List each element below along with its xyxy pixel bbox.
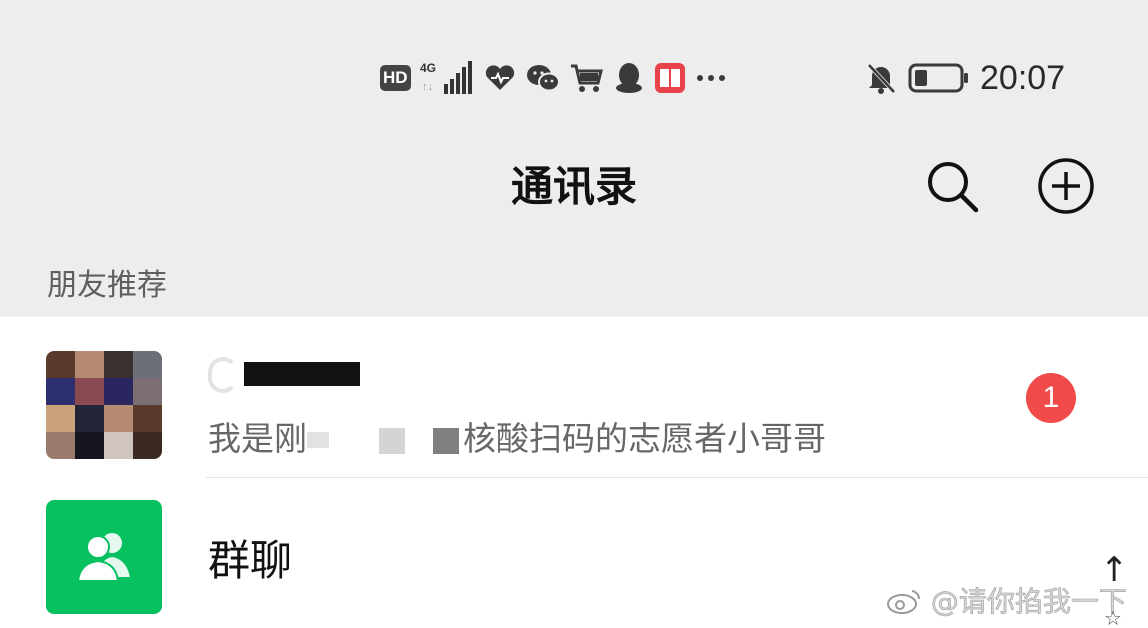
watermark-text: @请你掐我一下 [930, 585, 1128, 619]
contact-message: 我是刚 核酸扫码的志愿者小哥哥 [208, 417, 826, 461]
section-label-friend-recommend: 朋友推荐 [47, 268, 167, 303]
message-redacted-segment [307, 424, 463, 454]
contact-name-redacted [208, 351, 360, 397]
qq-icon [616, 63, 642, 93]
more-dots-icon [697, 75, 725, 81]
battery-icon [908, 52, 970, 104]
app-notification-icons [484, 52, 726, 104]
group-people-icon [76, 533, 130, 582]
svg-text:↑↓: ↑↓ [422, 81, 433, 93]
wechat-icon [527, 65, 560, 92]
star-icon: ☆ [1104, 606, 1122, 628]
message-text-end: 核酸扫码的志愿者小哥哥 [463, 419, 826, 458]
hd-icon: HD [380, 52, 411, 104]
status-bar: HD 4G ↑↓ 20:07 [0, 52, 1148, 104]
bell-muted-icon [866, 52, 896, 104]
health-icon [485, 65, 515, 90]
scroll-top-arrow: ↑ [1100, 550, 1129, 590]
add-circle-icon [1038, 158, 1094, 214]
group-chat-avatar [46, 500, 162, 614]
book-app-icon [655, 63, 685, 93]
clock-time: 20:07 [980, 58, 1066, 97]
group-chat-label: 群聊 [208, 536, 293, 585]
network-type-text: 4G [420, 61, 436, 75]
signal-icon: 4G ↑↓ [420, 52, 472, 104]
avatar [46, 351, 162, 459]
search-button[interactable] [922, 156, 982, 216]
weibo-icon [887, 590, 921, 614]
cart-icon [571, 64, 603, 92]
watermark: @请你掐我一下 [886, 584, 1127, 620]
add-button[interactable] [1036, 156, 1096, 216]
list-item-friend-recommendation[interactable]: 我是刚 核酸扫码的志愿者小哥哥 1 [0, 317, 1148, 477]
message-text-start: 我是刚 [208, 419, 307, 458]
contacts-list: 我是刚 核酸扫码的志愿者小哥哥 1 群聊 [0, 317, 1148, 628]
unread-count-badge: 1 [1026, 373, 1076, 423]
search-icon [928, 162, 979, 213]
